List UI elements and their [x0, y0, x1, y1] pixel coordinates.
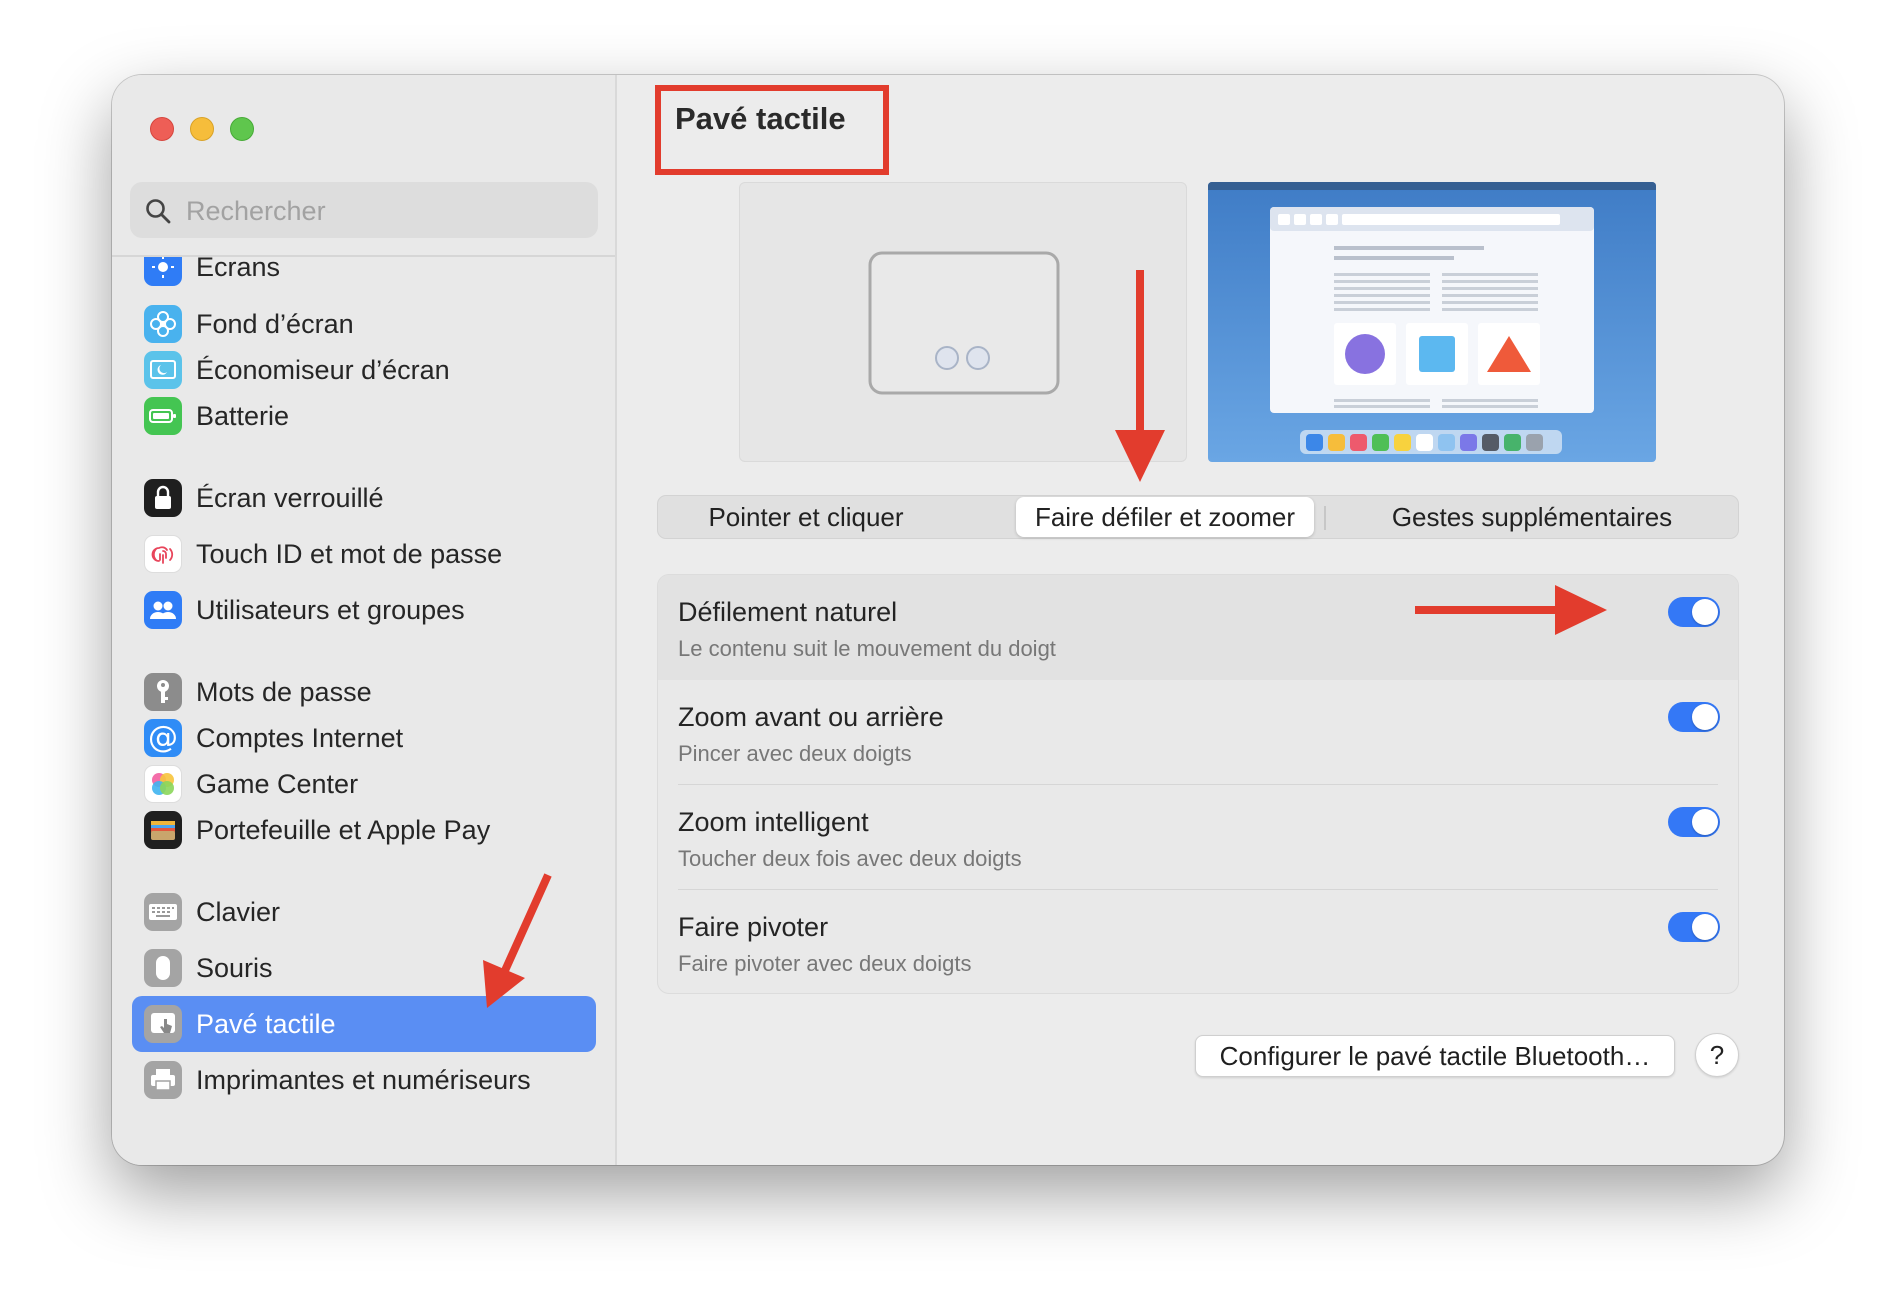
sidebar-item-label: Batterie [196, 400, 290, 431]
tab-bar: Pointer et cliquer Faire défiler et zoom… [657, 495, 1739, 539]
sidebar-item-label: Comptes Internet [196, 722, 404, 753]
wallpaper-flower-icon [144, 305, 182, 343]
sidebar-item-label: Touch ID et mot de passe [196, 538, 503, 569]
users-icon [144, 591, 182, 629]
setting-row-zoom-intelligent: Zoom intelligent Toucher deux fois avec … [658, 785, 1738, 890]
mouse-icon [144, 949, 182, 987]
sidebar-item-souris[interactable]: Souris [132, 940, 596, 996]
setting-row-defilement-naturel: Défilement naturel Le contenu suit le mo… [658, 575, 1738, 680]
lock-icon [144, 479, 182, 517]
at-sign-icon: @ [144, 719, 182, 757]
faire-pivoter-toggle[interactable] [1668, 912, 1720, 942]
sidebar-item-label: Imprimantes et numériseurs [196, 1064, 531, 1095]
setting-subtitle: Le contenu suit le mouvement du doigt [678, 636, 1056, 661]
main-pane: Pavé tactile Pointer et cliquer Faire dé… [617, 75, 1784, 1165]
setting-subtitle: Pincer avec deux doigts [678, 741, 912, 766]
settings-group: Défilement naturel Le contenu suit le mo… [657, 574, 1739, 994]
window-controls [150, 117, 254, 141]
setting-title: Zoom avant ou arrière [678, 702, 944, 732]
zoom-button[interactable] [230, 117, 254, 141]
settings-window: Écrans Fond d’écran Économiseur d’écran [112, 75, 1784, 1165]
tab-gestes-supplementaires[interactable]: Gestes supplémentaires [1326, 497, 1738, 537]
keyboard-icon [144, 893, 182, 931]
setting-title: Zoom intelligent [678, 807, 869, 837]
sidebar-item-label: Mots de passe [196, 676, 372, 707]
close-button[interactable] [150, 117, 174, 141]
sidebar-item-utilisateurs[interactable]: Utilisateurs et groupes [132, 582, 596, 638]
sidebar-list: Écrans Fond d’écran Économiseur d’écran [112, 257, 615, 1165]
search-input[interactable] [184, 182, 578, 240]
setting-title: Faire pivoter [678, 912, 829, 942]
sidebar-item-imprimantes[interactable]: Imprimantes et numériseurs [132, 1052, 596, 1108]
battery-icon [144, 397, 182, 435]
sidebar-item-ecran-verrouille[interactable]: Écran verrouillé [132, 470, 596, 526]
sidebar: Écrans Fond d’écran Économiseur d’écran [112, 75, 617, 1165]
sidebar-item-label: Souris [196, 952, 273, 983]
sidebar-item-label: Fond d’écran [196, 308, 354, 339]
defilement-naturel-toggle[interactable] [1668, 597, 1720, 627]
desktop-illustration [1208, 182, 1656, 462]
trackpad-preview [739, 182, 1187, 462]
setting-row-zoom-avant-arriere: Zoom avant ou arrière Pincer avec deux d… [658, 680, 1738, 785]
help-button[interactable]: ? [1695, 1033, 1739, 1077]
fingerprint-icon [144, 535, 182, 573]
sidebar-item-pave-tactile[interactable]: Pavé tactile [132, 996, 596, 1052]
sidebar-item-label: Clavier [196, 896, 281, 927]
minimize-button[interactable] [190, 117, 214, 141]
search-icon [146, 199, 171, 224]
zoom-intelligent-toggle[interactable] [1668, 807, 1720, 837]
tab-defiler-zoomer[interactable]: Faire défiler et zoomer [1016, 497, 1314, 537]
screensaver-icon [144, 351, 182, 389]
setting-subtitle: Faire pivoter avec deux doigts [678, 951, 972, 976]
gesture-preview [1208, 182, 1656, 462]
configure-bluetooth-trackpad-button[interactable]: Configurer le pavé tactile Bluetooth… [1195, 1035, 1675, 1077]
setting-title: Défilement naturel [678, 597, 898, 627]
sidebar-item-label: Écrans [196, 257, 281, 282]
sidebar-item-label: Game Center [196, 768, 359, 799]
zoom-avant-arriere-toggle[interactable] [1668, 702, 1720, 732]
annotation-box [655, 85, 889, 175]
sidebar-item-clavier[interactable]: Clavier [132, 884, 596, 940]
tab-pointer-cliquer[interactable]: Pointer et cliquer [660, 497, 952, 537]
game-center-icon [144, 765, 182, 803]
key-icon [144, 673, 182, 711]
displays-icon [144, 257, 182, 286]
sidebar-item-label: Portefeuille et Apple Pay [196, 814, 491, 845]
printer-icon [144, 1061, 182, 1099]
sidebar-item-label: Écran verrouillé [196, 482, 384, 513]
trackpad-illustration [868, 251, 1060, 395]
setting-subtitle: Toucher deux fois avec deux doigts [678, 846, 1022, 871]
setting-row-faire-pivoter: Faire pivoter Faire pivoter avec deux do… [658, 890, 1738, 993]
sidebar-item-ecrans[interactable]: Écrans [132, 257, 596, 295]
sidebar-item-batterie[interactable]: Batterie [132, 388, 596, 444]
wallet-icon [144, 811, 182, 849]
sidebar-item-label: Utilisateurs et groupes [196, 594, 465, 625]
sidebar-item-portefeuille[interactable]: Portefeuille et Apple Pay [132, 802, 596, 858]
sidebar-item-touch-id[interactable]: Touch ID et mot de passe [132, 526, 596, 582]
trackpad-icon [144, 1005, 182, 1043]
sidebar-item-label: Économiseur d’écran [196, 354, 450, 385]
sidebar-item-label: Pavé tactile [196, 1008, 336, 1039]
search-field[interactable] [130, 182, 598, 240]
